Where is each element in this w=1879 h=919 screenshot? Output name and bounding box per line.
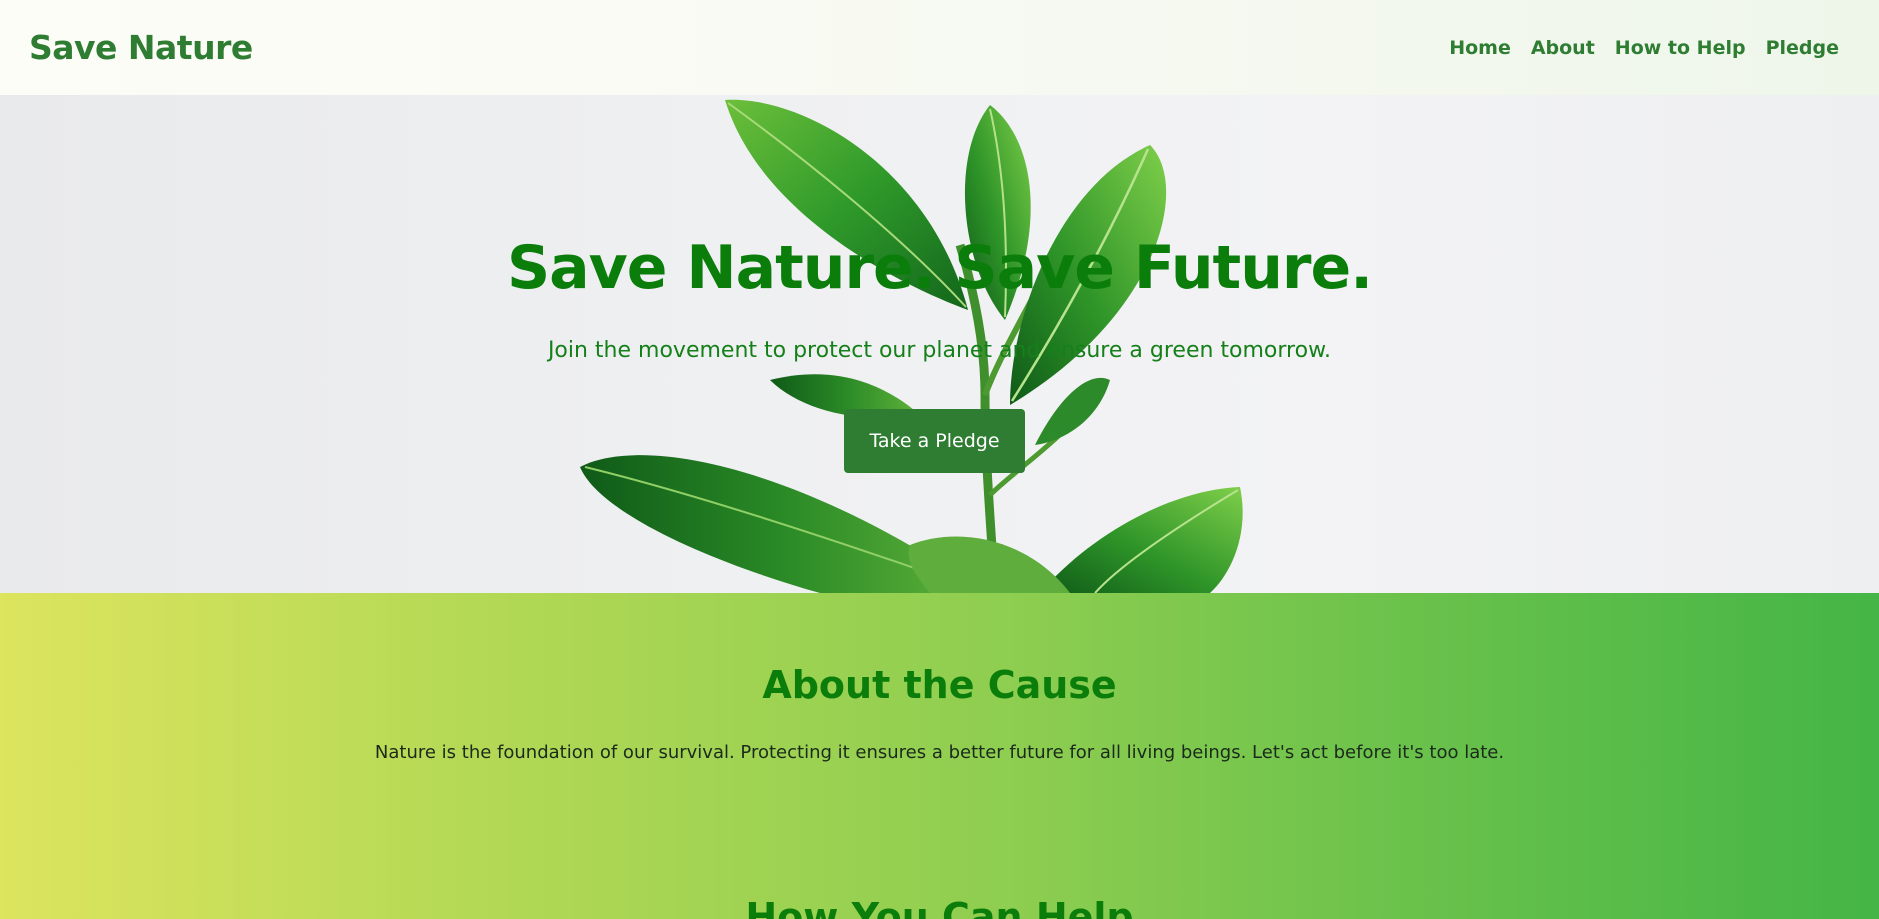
about-section: About the Cause Nature is the foundation… — [0, 593, 1879, 919]
nav-link-pledge[interactable]: Pledge — [1766, 37, 1839, 59]
help-title: How You Can Help — [745, 895, 1134, 919]
hero-title: Save Nature. Save Future. — [506, 233, 1373, 303]
nav-link-about[interactable]: About — [1531, 37, 1595, 59]
brand-logo[interactable]: Save Nature — [29, 28, 253, 67]
nav-link-how-to-help[interactable]: How to Help — [1615, 37, 1746, 59]
hero-content: Save Nature. Save Future. Join the movem… — [0, 95, 1879, 593]
hero-section: Save Nature. Save Future. Join the movem… — [0, 95, 1879, 593]
nav-links: Home About How to Help Pledge — [1449, 37, 1839, 59]
navbar: Save Nature Home About How to Help Pledg… — [0, 0, 1879, 95]
nav-link-home[interactable]: Home — [1449, 37, 1511, 59]
about-text: Nature is the foundation of our survival… — [374, 742, 1505, 763]
take-pledge-button[interactable]: Take a Pledge — [844, 409, 1025, 473]
hero-subtitle: Join the movement to protect our planet … — [547, 338, 1332, 363]
about-title: About the Cause — [762, 663, 1117, 707]
